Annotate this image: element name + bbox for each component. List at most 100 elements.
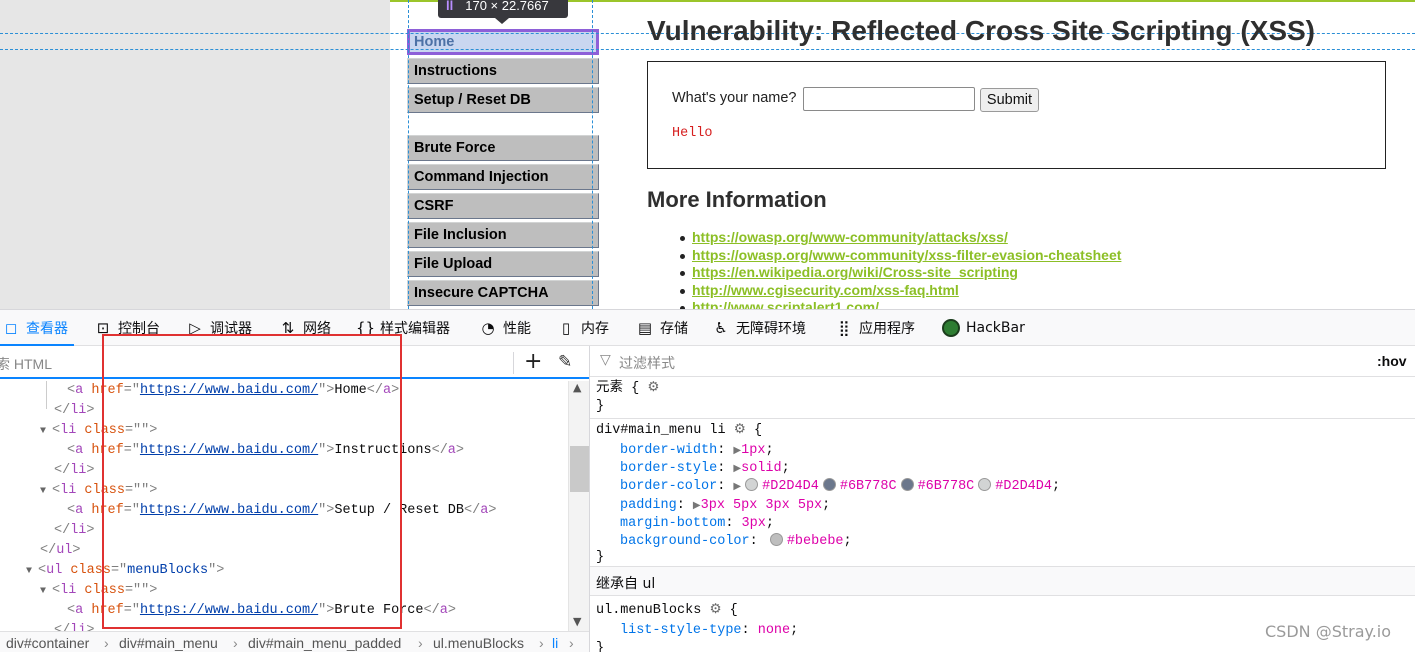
name-input[interactable] <box>803 87 975 111</box>
add-node-icon[interactable]: + <box>524 348 542 376</box>
menu-item-command-injection[interactable]: Command Injection <box>407 164 599 190</box>
inherited-header: 继承自 ul <box>590 566 1415 596</box>
chevron-right-icon: › <box>233 635 238 651</box>
inspector-icon: ◻ <box>4 319 18 337</box>
rules-view: ▽ 过滤样式 :hov 元素 { ⚙ } div#main_menu li ⚙ … <box>589 346 1415 652</box>
chevron-right-icon: › <box>539 635 544 651</box>
submit-button[interactable]: Submit <box>980 88 1039 112</box>
tab-accessibility[interactable]: ♿ 无障碍环境 <box>712 310 806 346</box>
expand-triangle-icon: ▶ <box>692 501 701 512</box>
color-swatch[interactable] <box>769 533 783 546</box>
menu-item-csrf[interactable]: CSRF <box>407 193 599 219</box>
more-information-heading: More Information <box>647 187 827 212</box>
tab-inspector[interactable]: ◻ 查看器 <box>0 310 74 346</box>
inherited-label: 继承自 ul <box>596 576 656 592</box>
tab-storage[interactable]: ▤ 存储 <box>636 310 688 346</box>
size-tooltip-text: 170 × 22.7667 <box>465 0 549 13</box>
scroll-down-icon[interactable]: ▼ <box>573 615 581 628</box>
css-property[interactable]: margin-bottom: 3px; <box>620 515 774 533</box>
name-label: What's your name? <box>672 90 797 106</box>
breadcrumb: div#container › div#main_menu › div#main… <box>0 631 589 652</box>
expand-triangle-icon: ▼ <box>40 426 47 437</box>
list-item: http://www.scriptalert1.com/ <box>680 299 1121 309</box>
tab-label: HackBar <box>966 320 1025 336</box>
styles-filter-bar[interactable]: ▽ 过滤样式 :hov <box>590 346 1415 377</box>
element-rule-selector: 元素 { ⚙ <box>596 381 660 396</box>
color-swatch[interactable] <box>978 478 992 491</box>
menu-item-file-inclusion[interactable]: File Inclusion <box>407 222 599 248</box>
menu-gap <box>407 116 599 135</box>
css-property[interactable]: background-color: #bebebe; <box>620 533 852 551</box>
hover-state-toggle[interactable]: :hov <box>1377 353 1407 369</box>
highlight-guide-line <box>408 0 409 309</box>
watermark: CSDN @Stray.io <box>1265 622 1392 641</box>
chevron-right-icon: › <box>418 635 423 651</box>
page-left-gutter <box>0 0 390 309</box>
breadcrumb-item-current[interactable]: li <box>552 635 558 651</box>
element-size-tooltip: ll 170 × 22.7667 <box>438 0 568 18</box>
gear-icon[interactable]: ⚙ <box>647 381 659 396</box>
reference-link[interactable]: https://owasp.org/www-community/xss-filt… <box>692 247 1121 263</box>
expand-triangle-icon: ▶ <box>733 446 742 457</box>
reference-link[interactable]: http://www.cgisecurity.com/xss-faq.html <box>692 282 959 298</box>
reference-link[interactable]: https://en.wikipedia.org/wiki/Cross-site… <box>692 264 1018 280</box>
html-search-input[interactable]: 索 HTML <box>0 354 52 374</box>
tab-hackbar[interactable]: HackBar <box>942 310 1025 346</box>
reference-link[interactable]: https://owasp.org/www-community/attacks/… <box>692 229 1008 245</box>
list-item: http://www.cgisecurity.com/xss-faq.html <box>680 282 1121 300</box>
color-swatch[interactable] <box>822 478 836 491</box>
breadcrumb-item[interactable]: div#main_menu_padded <box>248 635 401 651</box>
menu-item-setup[interactable]: Setup / Reset DB <box>407 87 599 113</box>
rule-close-brace: } <box>596 399 605 414</box>
scrollbar-thumb[interactable] <box>570 446 589 492</box>
gear-icon[interactable]: ⚙ <box>734 423 746 438</box>
rule-close-brace: } <box>596 641 605 652</box>
tab-label: 存储 <box>660 321 688 337</box>
tab-performance[interactable]: ◔ 性能 <box>479 310 531 346</box>
xss-output: Hello <box>672 126 713 141</box>
css-property[interactable]: border-width: ▶1px; <box>620 442 774 460</box>
css-property[interactable]: padding: ▶3px 5px 3px 5px; <box>620 497 830 515</box>
styles-filter-input[interactable]: 过滤样式 <box>619 353 675 373</box>
expand-triangle-icon: ▼ <box>40 486 47 497</box>
performance-icon: ◔ <box>481 319 495 337</box>
highlight-guide-line <box>592 0 593 309</box>
menu-item-instructions[interactable]: Instructions <box>407 58 599 84</box>
reference-links: https://owasp.org/www-community/attacks/… <box>680 229 1121 309</box>
css-property[interactable]: list-style-type: none; <box>620 622 798 640</box>
expand-triangle-icon: ▼ <box>26 566 33 577</box>
css-property[interactable]: border-style: ▶solid; <box>620 460 790 478</box>
grid-icon: ll <box>446 0 454 13</box>
main-menu: Home Instructions Setup / Reset DB Brute… <box>407 29 599 309</box>
breadcrumb-item[interactable]: div#container <box>6 635 89 651</box>
breadcrumb-item[interactable]: div#main_menu <box>119 635 218 651</box>
color-swatch[interactable] <box>900 478 914 491</box>
accessibility-icon: ♿ <box>714 319 728 337</box>
scroll-up-icon[interactable]: ▲ <box>573 381 581 394</box>
rule-close-brace: } <box>596 550 605 565</box>
storage-icon: ▤ <box>637 319 653 337</box>
rule-selector: ul.menuBlocks ⚙ { <box>596 603 738 618</box>
hackbar-icon <box>942 319 960 337</box>
chevron-right-icon[interactable]: › <box>569 635 574 651</box>
application-icon: ⣿ <box>838 319 850 337</box>
gear-icon[interactable]: ⚙ <box>709 603 721 618</box>
list-item: https://owasp.org/www-community/xss-filt… <box>680 247 1121 265</box>
tree-scrollbar[interactable]: ▲ ▼ <box>568 381 589 631</box>
eyedropper-icon[interactable]: ✎ <box>558 350 572 374</box>
breadcrumb-item[interactable]: ul.menuBlocks <box>433 635 524 651</box>
expand-triangle-icon: ▶ <box>733 482 742 493</box>
divider <box>513 352 514 374</box>
tab-application[interactable]: ⣿ 应用程序 <box>835 310 916 346</box>
expand-triangle-icon: ▼ <box>40 586 47 597</box>
expand-triangle-icon: ▶ <box>733 464 742 475</box>
tab-memory[interactable]: ▯ 内存 <box>557 310 609 346</box>
menu-item-brute-force[interactable]: Brute Force <box>407 135 599 161</box>
menu-item-insecure-captcha[interactable]: Insecure CAPTCHA <box>407 280 599 306</box>
reference-link[interactable]: http://www.scriptalert1.com/ <box>692 299 879 309</box>
rule-selector: div#main_menu li ⚙ { <box>596 423 763 438</box>
menu-item-file-upload[interactable]: File Upload <box>407 251 599 277</box>
css-property[interactable]: border-color: ▶ #D2D4D4 #6B778C #6B778C #D2D… <box>620 478 1060 496</box>
annotation-highlight-box <box>102 334 402 629</box>
color-swatch[interactable] <box>745 478 759 491</box>
